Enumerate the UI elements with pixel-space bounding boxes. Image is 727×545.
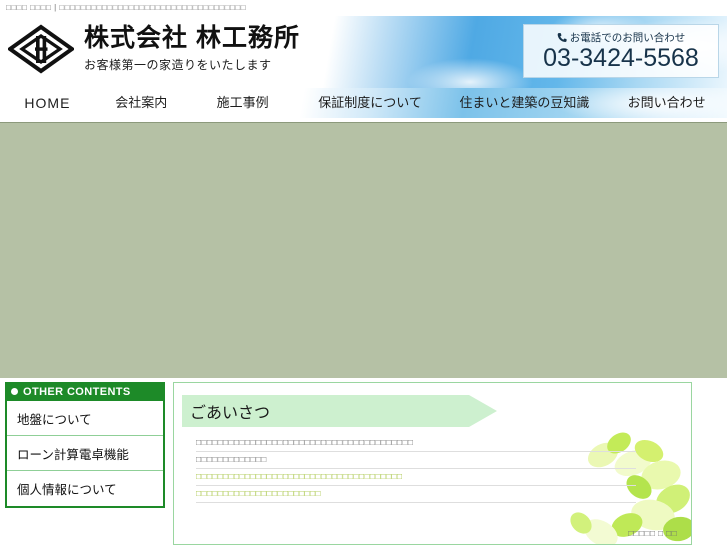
- sidebar-other-contents-title: OTHER CONTENTS: [23, 385, 131, 398]
- greeting-body: □□□□□□□□□□□□□□□□□□□□□□□□□□□□□□□□□□□□□□□□…: [196, 435, 636, 503]
- greeting-signature: □□□□□ □ □□: [628, 528, 677, 538]
- greeting-paragraph-4: □□□□□□□□□□□□□□□□□□□□□□□: [196, 486, 636, 503]
- phone-number: 03-3424-5568: [543, 44, 699, 73]
- main-visual-banner: [0, 122, 727, 378]
- phone-label-text: お電話でのお問い合わせ: [569, 32, 686, 45]
- nav-item-warranty[interactable]: 保証制度について: [298, 87, 443, 119]
- page-root: □□□□ □□□□ | □□□□□□□□□□□□□□□□□□□□□□□□□□□□…: [0, 0, 727, 545]
- sidebar: OTHER CONTENTS 地盤について ローン計算電卓機能 個人情報について: [5, 382, 165, 508]
- nav-item-home[interactable]: HOME: [0, 87, 95, 119]
- logo-text-block: 株式会社 林工務所 お客様第一の家造りをいたします: [84, 23, 300, 74]
- sidebar-item-privacy[interactable]: 個人情報について: [7, 471, 163, 506]
- company-name: 株式会社 林工務所: [84, 23, 300, 52]
- company-tagline: お客様第一の家造りをいたします: [84, 58, 272, 73]
- phone-label-row: お電話でのお問い合わせ: [557, 30, 686, 45]
- top-utility-text: □□□□ □□□□ | □□□□□□□□□□□□□□□□□□□□□□□□□□□□…: [6, 3, 247, 12]
- greeting-heading: ごあいさつ: [182, 395, 497, 427]
- nav-item-company[interactable]: 会社案内: [95, 87, 188, 119]
- nav-item-works[interactable]: 施工事例: [188, 87, 298, 119]
- phone-contact-box[interactable]: お電話でのお問い合わせ 03-3424-5568: [523, 24, 719, 78]
- site-header: 株式会社 林工務所 お客様第一の家造りをいたします お電話でのお問い合わせ 03…: [0, 16, 727, 88]
- top-utility-bar: □□□□ □□□□ | □□□□□□□□□□□□□□□□□□□□□□□□□□□□…: [0, 0, 727, 16]
- nav-item-contact[interactable]: お問い合わせ: [606, 87, 727, 119]
- greeting-panel: ごあいさつ □□□□□□□□□□□□□□□□□□□□□□□□□□□□□□□□□□…: [173, 382, 692, 545]
- main-navigation: HOME 会社案内 施工事例 保証制度について 住まいと建築の豆知識 お問い合わ…: [0, 88, 727, 120]
- greeting-heading-text: ごあいさつ: [190, 405, 271, 422]
- content-area: OTHER CONTENTS 地盤について ローン計算電卓機能 個人情報について…: [0, 378, 727, 545]
- diamond-house-logo-icon: [8, 24, 74, 74]
- greeting-paragraph-3: □□□□□□□□□□□□□□□□□□□□□□□□□□□□□□□□□□□□□□: [196, 469, 636, 486]
- greeting-paragraph-1: □□□□□□□□□□□□□□□□□□□□□□□□□□□□□□□□□□□□□□□□: [196, 435, 636, 452]
- nav-item-knowledge[interactable]: 住まいと建築の豆知識: [443, 87, 607, 119]
- dot-icon: [11, 388, 18, 395]
- sidebar-item-loan-calculator[interactable]: ローン計算電卓機能: [7, 436, 163, 471]
- sidebar-other-contents-header: OTHER CONTENTS: [5, 382, 165, 401]
- telephone-icon: [557, 33, 567, 43]
- greeting-paragraph-2: □□□□□□□□□□□□□: [196, 452, 636, 469]
- sidebar-item-ground[interactable]: 地盤について: [7, 401, 163, 436]
- sidebar-list: 地盤について ローン計算電卓機能 個人情報について: [5, 401, 165, 508]
- site-logo[interactable]: 株式会社 林工務所 お客様第一の家造りをいたします: [8, 24, 300, 74]
